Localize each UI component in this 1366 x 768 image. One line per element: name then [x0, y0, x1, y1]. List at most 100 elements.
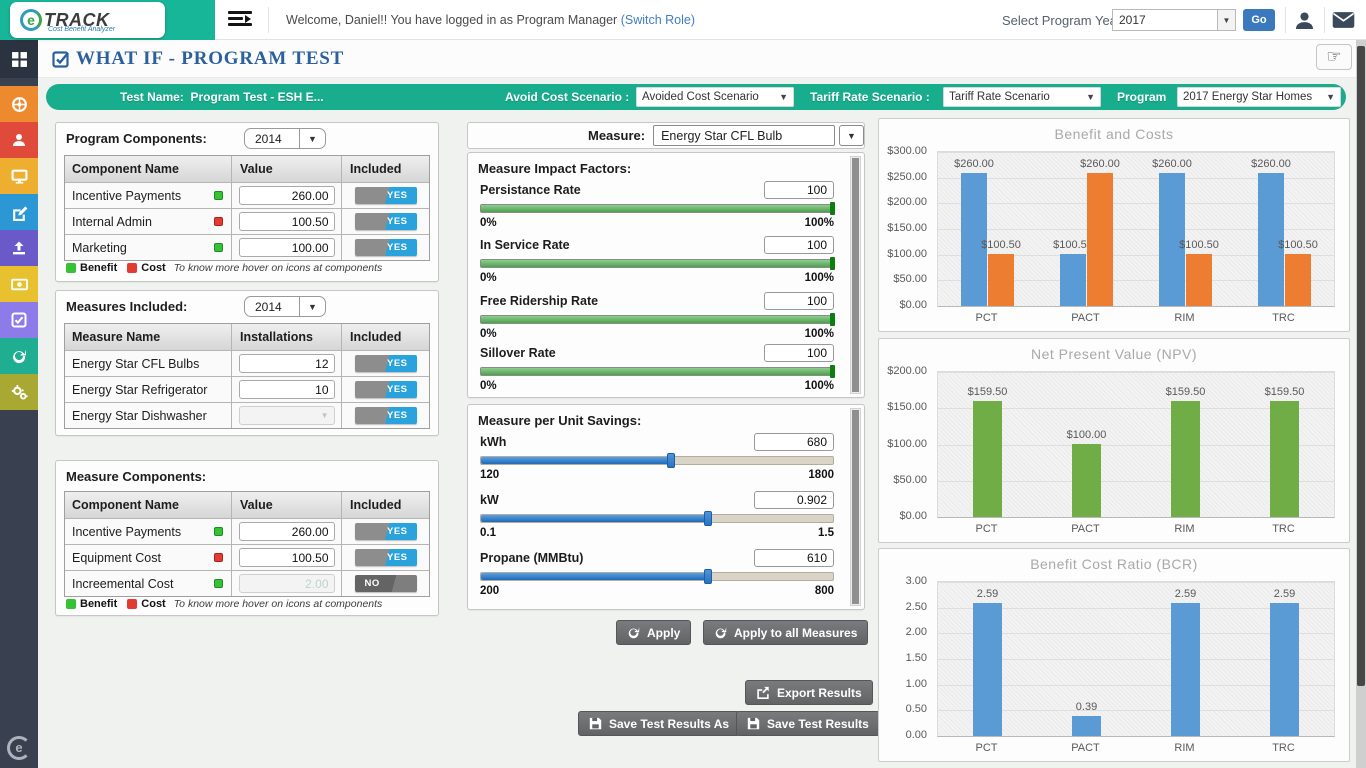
- value-input[interactable]: [239, 186, 335, 205]
- chevron-down-icon: ▼: [1320, 92, 1335, 102]
- sidebar-item-what-if[interactable]: [0, 194, 38, 230]
- installations-input[interactable]: [239, 354, 335, 373]
- mail-icon[interactable]: [1332, 11, 1355, 34]
- slider-handle[interactable]: [830, 313, 835, 326]
- cost-indicator-icon[interactable]: [214, 217, 223, 226]
- in-service-rate-input[interactable]: [764, 236, 834, 254]
- y-tick-label: $0.00: [899, 510, 927, 522]
- save-test-results-as-button[interactable]: Save Test Results As: [578, 711, 740, 736]
- hand-pointer-button[interactable]: ☞: [1316, 44, 1352, 70]
- unit-savings-scrollbar[interactable]: [850, 408, 861, 606]
- measure-components-title: Measure Components:: [66, 469, 206, 484]
- switch-role-link[interactable]: (Switch Role): [621, 13, 695, 27]
- value-input[interactable]: [239, 238, 335, 257]
- sidebar-item-presentation[interactable]: [0, 158, 38, 194]
- table-row: Internal Admin YES: [65, 208, 429, 234]
- slider-handle[interactable]: [704, 511, 712, 526]
- impact-factors-scrollbar[interactable]: [850, 156, 861, 394]
- benefit-indicator-icon[interactable]: [214, 243, 223, 252]
- measure-components-table: Component Name Value Included Incentive …: [64, 491, 430, 597]
- whatif-program-test-page: e TRACK Cost Benefit Analyzer Welcome, D…: [0, 0, 1366, 768]
- chevron-down-icon: ▼: [773, 92, 788, 102]
- included-toggle[interactable]: YES: [355, 523, 417, 540]
- program-components-panel: Program Components: 2014 ▼ Component Nam…: [55, 122, 439, 282]
- slider-handle[interactable]: [830, 365, 835, 378]
- value-input[interactable]: [239, 522, 335, 541]
- page-scrollbar-thumb[interactable]: [1357, 46, 1365, 686]
- menu-toggle-icon[interactable]: [228, 11, 254, 29]
- sidebar-item-dashboard[interactable]: [0, 40, 38, 78]
- measure-select[interactable]: Energy Star CFL Bulb: [653, 125, 835, 146]
- tariff-select[interactable]: Tariff Rate Scenario ▼: [943, 87, 1101, 107]
- sidebar-item-programs[interactable]: [0, 86, 38, 122]
- chevron-down-icon[interactable]: ▼: [839, 125, 864, 146]
- save-test-results-button[interactable]: Save Test Results: [736, 711, 880, 736]
- table-header-row: Component Name Value Included: [65, 492, 429, 518]
- sidebar-item-upload[interactable]: [0, 230, 38, 266]
- included-toggle[interactable]: YES: [355, 407, 417, 424]
- export-results-button[interactable]: Export Results: [745, 680, 873, 705]
- program-year-value: 2017: [1113, 13, 1146, 27]
- in-service-rate-slider[interactable]: [480, 259, 834, 268]
- slider-handle[interactable]: [704, 569, 712, 584]
- bar-value-label: $260.00: [1251, 158, 1291, 170]
- chevron-down-icon[interactable]: ▼: [1217, 10, 1235, 30]
- sillover-rate-slider[interactable]: [480, 367, 834, 376]
- slider-handle[interactable]: [830, 257, 835, 270]
- included-toggle[interactable]: NO: [355, 575, 417, 592]
- kw-input[interactable]: [754, 491, 834, 509]
- benefit-indicator-icon[interactable]: [214, 527, 223, 536]
- sidebar-item-users[interactable]: [0, 122, 38, 158]
- included-toggle[interactable]: YES: [355, 239, 417, 256]
- propane-slider[interactable]: [480, 572, 834, 581]
- apply-button[interactable]: Apply: [616, 620, 691, 645]
- year-value: 2014: [245, 300, 282, 314]
- slider-handle[interactable]: [667, 453, 675, 468]
- value-input[interactable]: [239, 548, 335, 567]
- apply-to-all-measures-button[interactable]: Apply to all Measures: [703, 620, 868, 645]
- sidebar-item-finance[interactable]: [0, 266, 38, 302]
- y-tick-label: $100.00: [887, 438, 927, 450]
- sidebar-item-settings[interactable]: [0, 374, 38, 410]
- benefit-cost-ratio-chart: Benefit Cost Ratio (BCR) 3.002.502.001.5…: [878, 548, 1350, 762]
- test-name-label: Test Name:: [120, 90, 184, 104]
- program-components-year-select[interactable]: 2014 ▼: [244, 128, 326, 149]
- go-button[interactable]: Go: [1243, 9, 1275, 31]
- included-toggle[interactable]: YES: [355, 187, 417, 204]
- free-ridership-rate-slider[interactable]: [480, 315, 834, 324]
- program-year-select[interactable]: 2017 ▼: [1112, 9, 1236, 31]
- included-toggle[interactable]: YES: [355, 549, 417, 566]
- sillover-rate-input[interactable]: [764, 344, 834, 362]
- included-toggle[interactable]: YES: [355, 355, 417, 372]
- benefit-indicator-icon[interactable]: [214, 579, 223, 588]
- installations-input[interactable]: [239, 380, 335, 399]
- bar-value-label: 2.59: [977, 588, 998, 600]
- persistance-rate-input[interactable]: [764, 181, 834, 199]
- cost-legend-label: Cost: [141, 262, 165, 274]
- slider-handle[interactable]: [830, 202, 835, 215]
- avoid-cost-select[interactable]: Avoided Cost Scenario ▼: [636, 87, 794, 107]
- kwh-input[interactable]: [754, 433, 834, 451]
- gridline: [938, 152, 1334, 153]
- included-toggle[interactable]: YES: [355, 381, 417, 398]
- sidebar-item-sync[interactable]: [0, 338, 38, 374]
- included-toggle[interactable]: YES: [355, 213, 417, 230]
- sidebar-item-checklist[interactable]: [0, 302, 38, 338]
- program-select[interactable]: 2017 Energy Star Homes ▼: [1177, 87, 1341, 107]
- measures-included-year-select[interactable]: 2014 ▼: [244, 296, 326, 317]
- refresh-icon: [627, 626, 640, 639]
- benefit-indicator-icon[interactable]: [214, 191, 223, 200]
- save-label: Save Test Results: [767, 717, 869, 731]
- value-input[interactable]: [239, 212, 335, 231]
- kwh-slider[interactable]: [480, 456, 834, 465]
- page-scrollbar[interactable]: [1356, 40, 1366, 768]
- table-header-row: Component Name Value Included: [65, 156, 429, 182]
- propane-input[interactable]: [754, 549, 834, 567]
- scrollbar-thumb[interactable]: [852, 410, 859, 604]
- cost-indicator-icon[interactable]: [214, 553, 223, 562]
- scrollbar-thumb[interactable]: [852, 158, 859, 392]
- kw-slider[interactable]: [480, 514, 834, 523]
- persistance-rate-slider[interactable]: [480, 204, 834, 213]
- user-profile-icon[interactable]: [1294, 10, 1315, 36]
- free-ridership-rate-input[interactable]: [764, 292, 834, 310]
